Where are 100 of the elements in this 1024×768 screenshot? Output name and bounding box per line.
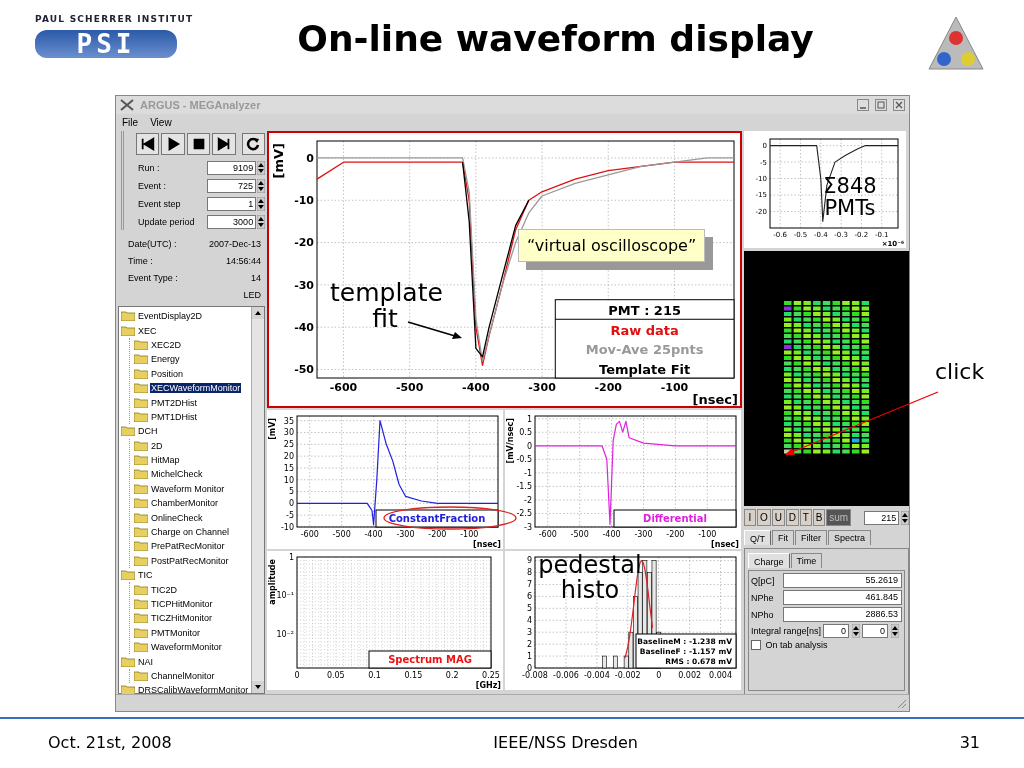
tree-item[interactable]: WaveformMonitor bbox=[150, 642, 223, 653]
tree-item[interactable]: 2D bbox=[150, 440, 164, 451]
tab[interactable]: Filter bbox=[795, 530, 827, 545]
media-button[interactable] bbox=[136, 133, 160, 155]
tree-item[interactable]: PMTMonitor bbox=[150, 627, 201, 638]
view-button[interactable]: I bbox=[744, 509, 756, 526]
tree-item[interactable]: ChamberMonitor bbox=[150, 498, 220, 509]
tree-item[interactable]: PMT1DHist bbox=[150, 411, 198, 422]
number-field[interactable]: 9109 bbox=[206, 160, 257, 175]
maximize-icon[interactable] bbox=[875, 99, 887, 111]
resize-grip-icon[interactable] bbox=[895, 697, 907, 709]
menu-item[interactable]: View bbox=[150, 117, 172, 128]
tree-item[interactable]: TIC2D bbox=[150, 584, 178, 595]
media-button[interactable] bbox=[186, 133, 211, 155]
scroll-down-icon[interactable] bbox=[252, 681, 264, 693]
spin-arrows-icon[interactable] bbox=[901, 510, 909, 525]
number-field[interactable]: 215 bbox=[863, 510, 900, 525]
tree-item[interactable]: TICZHitMonitor bbox=[150, 613, 213, 624]
tree-item[interactable]: TIC bbox=[137, 570, 154, 581]
tick-label: -500 bbox=[395, 381, 424, 394]
view-button[interactable]: B bbox=[812, 509, 826, 526]
tree-item[interactable]: PrePatRecMonitor bbox=[150, 541, 226, 552]
legend-label: Raw data bbox=[610, 322, 679, 338]
value-field[interactable]: 55.2619 bbox=[783, 573, 902, 588]
tick-label: 2 bbox=[526, 639, 532, 649]
number-field[interactable]: 725 bbox=[206, 178, 257, 193]
tree-item[interactable]: Waveform Monitor bbox=[150, 483, 226, 494]
media-icon bbox=[215, 136, 232, 152]
tree-item[interactable]: MichelCheck bbox=[150, 469, 204, 480]
pointer-arrow bbox=[407, 321, 462, 339]
tab[interactable]: Time bbox=[790, 553, 823, 568]
number-field[interactable]: 1 bbox=[206, 196, 257, 211]
tree-item[interactable]: Energy bbox=[150, 354, 181, 365]
spin-arrows-icon[interactable] bbox=[257, 178, 265, 193]
spin-arrows-icon[interactable] bbox=[852, 624, 861, 638]
folder-icon bbox=[121, 311, 135, 322]
tab[interactable]: Q/T bbox=[744, 530, 771, 545]
number-field[interactable]: 0 bbox=[823, 624, 850, 638]
tree-item[interactable]: XECWaveformMonitor bbox=[150, 383, 242, 394]
tick-label: 4 bbox=[526, 616, 532, 626]
tree-item[interactable]: EventDisplay2D bbox=[137, 311, 204, 322]
number-field[interactable]: 3000 bbox=[206, 214, 257, 229]
tick-label: 0 bbox=[526, 663, 532, 673]
menu-item[interactable]: File bbox=[122, 117, 139, 128]
tick-label: -1 bbox=[524, 468, 532, 478]
tick-label: -200 bbox=[428, 530, 447, 539]
tick-label: -100 bbox=[660, 381, 689, 394]
view-button[interactable]: U bbox=[771, 509, 785, 526]
folder-icon bbox=[134, 383, 148, 394]
view-button[interactable]: T bbox=[799, 509, 812, 526]
tick-label: -400 bbox=[364, 530, 383, 539]
tree-item[interactable]: Position bbox=[150, 368, 185, 379]
view-button[interactable]: sum bbox=[826, 509, 851, 526]
spin-arrows-icon[interactable] bbox=[891, 624, 900, 638]
tick-label: 1 bbox=[526, 651, 532, 661]
spin-arrows-icon[interactable] bbox=[257, 196, 265, 211]
field-label: Update period bbox=[138, 216, 196, 227]
media-button[interactable] bbox=[212, 133, 236, 155]
scroll-up-icon[interactable] bbox=[252, 307, 264, 319]
media-icon bbox=[139, 136, 156, 152]
tree-item[interactable]: ChannelMonitor bbox=[150, 670, 216, 681]
value-field[interactable]: 2886.53 bbox=[783, 607, 902, 622]
minimize-icon[interactable] bbox=[857, 99, 869, 111]
checkbox[interactable] bbox=[751, 640, 761, 650]
tick-label: 5 bbox=[288, 487, 294, 497]
pmt-map-drawing[interactable] bbox=[784, 301, 870, 454]
tab[interactable]: Charge bbox=[748, 553, 790, 568]
view-button[interactable]: D bbox=[785, 509, 799, 526]
folder-icon bbox=[134, 483, 148, 494]
tree-item[interactable]: HitMap bbox=[150, 455, 181, 466]
tree-item[interactable]: XEC bbox=[137, 325, 158, 336]
tree-item[interactable]: DRSCalibWaveformMonitor bbox=[137, 685, 250, 696]
tree-item[interactable]: DCH bbox=[137, 426, 159, 437]
number-field[interactable]: 0 bbox=[862, 624, 889, 638]
axis-label: [nsec] bbox=[711, 540, 739, 549]
spin-arrows-icon[interactable] bbox=[257, 160, 265, 175]
annotation-text: template fit bbox=[330, 280, 440, 333]
tree-item[interactable]: NAI bbox=[137, 656, 154, 667]
value-field[interactable]: 461.845 bbox=[783, 590, 902, 605]
media-button[interactable] bbox=[161, 133, 185, 155]
refresh-button[interactable] bbox=[241, 133, 266, 155]
tree-item[interactable]: Charge on Channel bbox=[150, 527, 231, 538]
tree-item[interactable]: TICPHitMonitor bbox=[150, 599, 214, 609]
tick-label: -0.5 bbox=[516, 455, 532, 465]
folder-icon bbox=[134, 397, 148, 408]
tree-item[interactable]: PMT2DHist bbox=[150, 397, 198, 408]
tree-item[interactable]: XEC2D bbox=[150, 339, 182, 350]
view-button[interactable]: O bbox=[757, 509, 771, 526]
tab[interactable]: Fit bbox=[772, 530, 794, 545]
page-number: 31 bbox=[959, 733, 980, 752]
folder-icon bbox=[134, 627, 148, 638]
tree-item[interactable]: PostPatRecMonitor bbox=[150, 555, 230, 566]
spin-arrows-icon[interactable] bbox=[257, 214, 265, 229]
tick-label: -500 bbox=[332, 530, 351, 539]
close-icon[interactable] bbox=[893, 99, 905, 111]
tick-label: -40 bbox=[294, 321, 314, 335]
tree-item[interactable]: OnlineCheck bbox=[150, 512, 204, 523]
field-label: Event : bbox=[138, 180, 167, 191]
checkbox-label: On tab analysis bbox=[764, 640, 828, 650]
tab[interactable]: Spectra bbox=[828, 530, 872, 545]
